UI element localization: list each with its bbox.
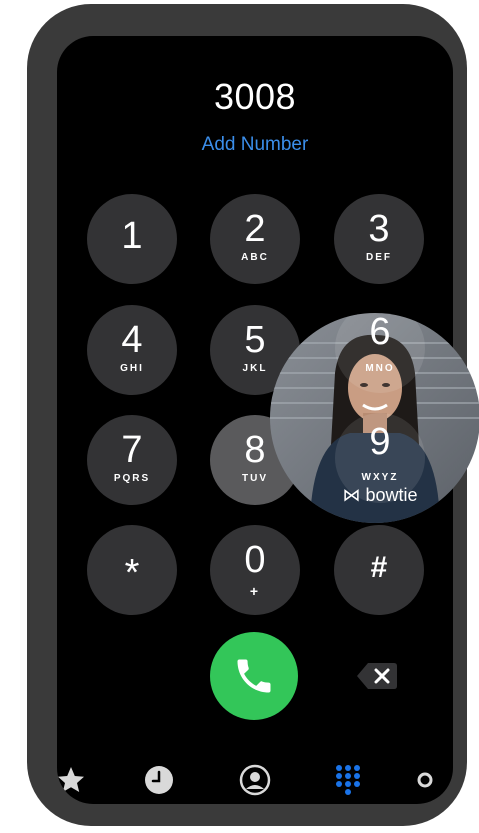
key-letters: PQRS [113, 473, 151, 484]
key-digit: 3 [368, 208, 390, 250]
key-star[interactable]: * [87, 525, 177, 615]
keypad-icon[interactable] [332, 764, 364, 796]
contact-icon[interactable] [239, 764, 271, 796]
key-letters: ABC [241, 252, 269, 263]
key-2[interactable]: 2 ABC [210, 194, 300, 284]
key-9-letters: WXYZ [361, 472, 399, 483]
key-digit: # [370, 551, 388, 584]
key-digit: 1 [121, 215, 143, 257]
key-digit: 5 [244, 319, 266, 361]
key-6-digit: 6 [369, 313, 391, 353]
key-digit: 0 [244, 539, 266, 581]
phone-icon [237, 659, 271, 693]
key-letters: + [249, 583, 261, 599]
star-icon[interactable] [57, 764, 87, 796]
bowtie-logo: ⋈ bowtie [330, 485, 430, 506]
add-number-link[interactable]: Add Number [57, 134, 453, 156]
bowtie-icon: ⋈ [342, 485, 361, 505]
key-9-digit: 9 [369, 421, 391, 463]
key-letters: GHI [120, 363, 144, 374]
bowtie-brand-text: bowtie [365, 485, 418, 505]
key-6-letters: MNO [365, 363, 395, 374]
tab-bar [57, 756, 453, 804]
key-7[interactable]: 7 PQRS [87, 415, 177, 505]
key-letters: DEF [366, 252, 392, 263]
key-1[interactable]: 1 [87, 194, 177, 284]
key-0[interactable]: 0 + [210, 525, 300, 615]
key-digit: 2 [244, 208, 266, 250]
key-4[interactable]: 4 GHI [87, 305, 177, 395]
key-digit: 4 [121, 319, 143, 361]
backspace-icon [357, 663, 397, 689]
key-digit: 7 [121, 429, 143, 471]
call-button[interactable] [210, 632, 298, 720]
key-digit: * [124, 552, 140, 594]
key-3[interactable]: 3 DEF [334, 194, 424, 284]
voicemail-icon[interactable] [415, 764, 447, 796]
key-hash[interactable]: # [334, 525, 424, 615]
clock-icon[interactable] [143, 764, 175, 796]
video-call-overlay[interactable]: 6 MNO 9 WXYZ ⋈ bowtie [270, 313, 479, 523]
delete-button[interactable] [356, 661, 398, 691]
stage: 3008 Add Number 1 2 ABC 3 DEF 4 GHI 5 JK… [0, 0, 479, 833]
dialed-number: 3008 [213, 76, 297, 117]
